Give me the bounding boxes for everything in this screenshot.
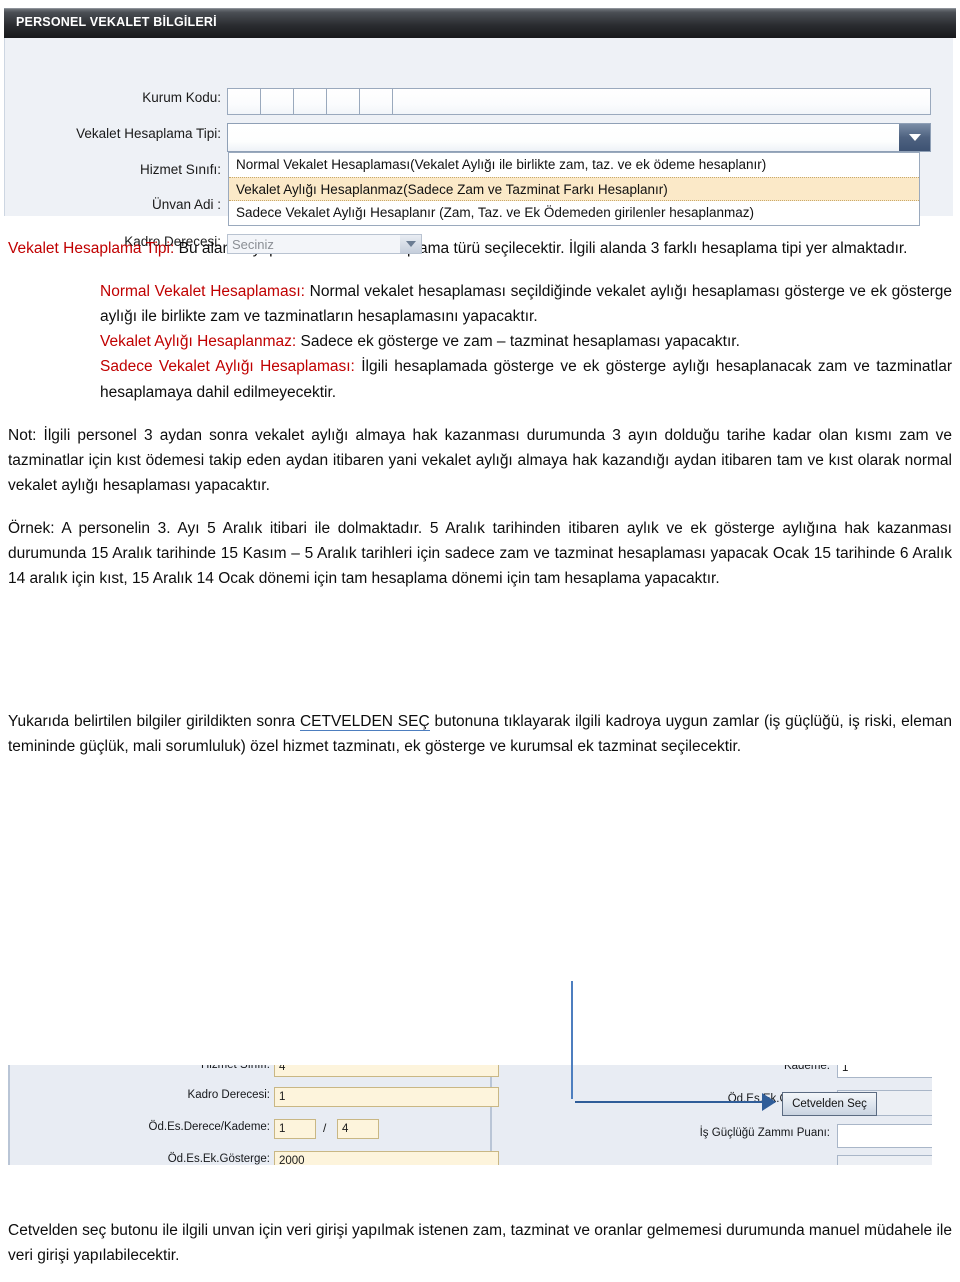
input-hizmet-sinifi-bottom[interactable]: 4 [274,1065,499,1077]
cetvelden-sec-button[interactable]: Cetvelden Seç [782,1092,877,1116]
paragraph-ornek: Örnek: A personelin 3. Ayı 5 Aralık itib… [8,519,952,588]
kurum-kodu-cell-6[interactable] [393,89,930,114]
form-panel: Kurum Kodu: Vekalet Hesaplama Tipi: Hizm… [4,38,953,254]
label-unvan-adi: Ünvan Adi : [151,197,221,212]
field-row-hizmet-sinifi: Hizmet Sınıfı: [5,160,221,184]
paragraph-cetvelden-sec: Yukarıda belirtilen bilgiler girildikten… [8,709,952,759]
kurum-kodu-cell-1[interactable] [228,89,261,114]
paragraph-cetvelden-sec-button-note: Cetvelden seç butonu ile ilgili unvan iç… [8,1222,952,1265]
select-kademe[interactable]: 1 [837,1065,932,1078]
panel-divider [490,1065,492,1165]
kurum-kodu-cell-5[interactable] [360,89,393,114]
kadro-derecesi-select[interactable]: Seciniz [227,234,422,254]
dropdown-option-normal[interactable]: Normal Vekalet Hesaplaması(Vekalet Aylığ… [229,153,919,177]
paragraph-sadece-vekalet: Sadece Vekalet Aylığı Hesaplaması: İlgil… [100,354,952,404]
label-kurum-kodu: Kurum Kodu: [142,90,221,105]
paragraph-vekalet-hesaplama-tipi: Vekalet Hesaplama Tipi: Bu alanda yapılm… [8,236,952,261]
dropdown-option-sadece[interactable]: Sadece Vekalet Aylığı Hesaplanır (Zam, T… [229,201,919,225]
label-od-es-ek-gosterge-left: Öd.Es.Ek.Gösterge: [167,1153,270,1165]
label-hizmet-sinifi-bottom: Hizmet Sınıfı: [200,1065,270,1071]
vekalet-hesaplama-tipi-select[interactable] [227,123,931,152]
callout-arrow-head [762,1093,776,1111]
input-od-es-kademe[interactable]: 4 [337,1119,379,1139]
bottom-screenshot: Hizmet Sınıfı: 4 Kadro Derecesi: 1 Öd.Es… [8,1065,932,1165]
label-kademe: Kademe: [783,1065,830,1072]
lead-sadece-vekalet: Sadece Vekalet Aylığı Hesaplaması: [100,358,355,376]
paragraph-not: Not: İlgili personel 3 aydan sonra vekal… [8,426,952,494]
window-title: PERSONEL VEKALET BİLGİLERİ [16,15,217,29]
lead-normal-vekalet: Normal Vekalet Hesaplaması: [100,283,305,301]
top-screenshot: PERSONEL VEKALET BİLGİLERİ Kurum Kodu: V… [4,8,956,254]
callout-arrow-line [575,1101,775,1103]
label-od-es-derece-kademe: Öd.Es.Derece/Kademe: [148,1121,270,1133]
label-hizmet-sinifi: Hizmet Sınıfı: [139,162,221,177]
kurum-kodu-input-group[interactable] [227,88,931,115]
body-cetvelden-sec-a: Yukarıda belirtilen bilgiler girildikten… [8,713,300,731]
field-row-vekalet-hesaplama-tipi: Vekalet Hesaplama Tipi: [5,124,221,148]
input-next-field[interactable] [837,1155,932,1165]
label-vekalet-hesaplama-tipi: Vekalet Hesaplama Tipi: [76,126,221,141]
vekalet-hesaplama-tipi-dropdown-list[interactable]: Normal Vekalet Hesaplaması(Vekalet Aylığ… [228,152,920,226]
lead-vekalet-hesaplama-tipi: Vekalet Hesaplama Tipi: [8,240,175,257]
paragraph-vekalet-hesaplanmaz: Vekalet Aylığı Hesaplanmaz: Sadece ek gö… [100,329,952,354]
derece-kademe-separator: / [323,1121,327,1135]
input-od-es-derece[interactable]: 1 [274,1119,316,1139]
kadro-derecesi-value: Seciniz [232,237,274,252]
document-footer: Cetvelden seç butonu ile ilgili unvan iç… [0,1218,960,1268]
kurum-kodu-cell-4[interactable] [327,89,360,114]
paragraph-normal-vekalet: Normal Vekalet Hesaplaması: Normal vekal… [100,279,952,329]
label-is-guclugu-zammi-puani: İş Güçlüğü Zammı Puanı: [699,1127,830,1139]
term-cetvelden-sec: CETVELDEN SEÇ [299,713,430,732]
chevron-down-icon[interactable] [899,124,930,151]
label-kadro-derecesi-bottom: Kadro Derecesi: [187,1089,270,1101]
dropdown-option-hesaplanmaz[interactable]: Vekalet Aylığı Hesaplanmaz(Sadece Zam ve… [229,177,919,201]
input-kadro-derecesi-bottom[interactable]: 1 [274,1087,499,1107]
kademe-value: 1 [842,1065,849,1074]
input-od-es-ek-gosterge-left[interactable]: 2000 [274,1151,499,1165]
document-body: Vekalet Hesaplama Tipi: Bu alanda yapılm… [0,236,960,760]
lead-vekalet-hesaplanmaz: Vekalet Aylığı Hesaplanmaz: [100,333,297,351]
field-row-kurum-kodu: Kurum Kodu: [5,88,221,112]
callout-connector-line [571,981,573,1099]
chevron-down-icon-small[interactable] [400,235,421,253]
kurum-kodu-cell-3[interactable] [294,89,327,114]
field-row-unvan-adi: Ünvan Adi : [5,195,221,219]
input-is-guclugu-zammi-puani[interactable] [837,1124,932,1148]
kurum-kodu-cell-2[interactable] [261,89,294,114]
body-vekalet-hesaplanmaz: Sadece ek gösterge ve zam – tazminat hes… [296,333,740,351]
window-titlebar: PERSONEL VEKALET BİLGİLERİ [4,8,956,38]
